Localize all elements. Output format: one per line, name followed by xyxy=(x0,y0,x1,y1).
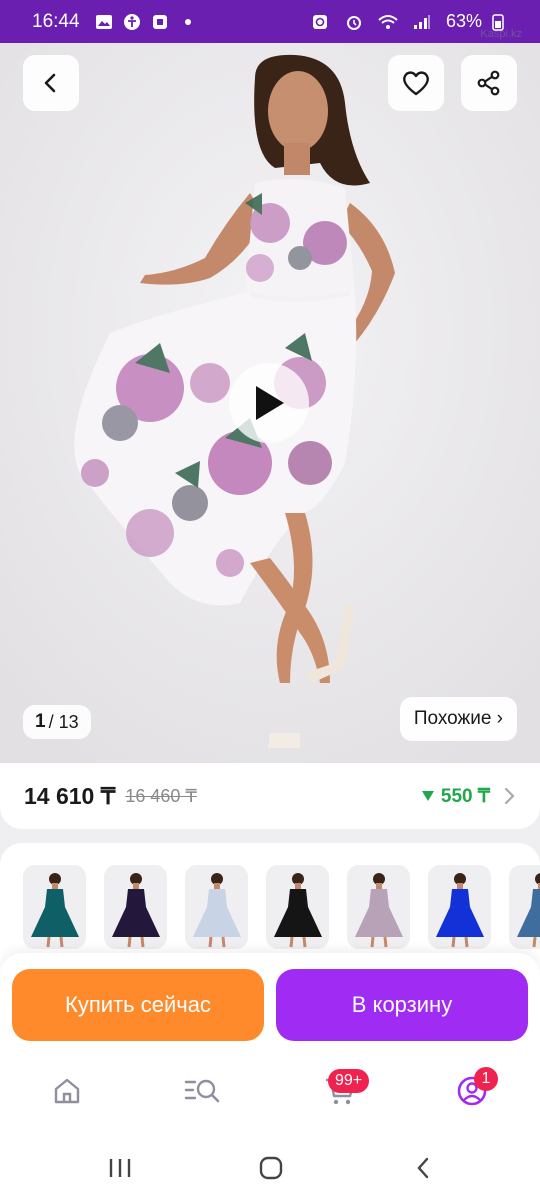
old-price: 16 460 ₸ xyxy=(125,785,197,806)
purchase-bar: Купить сейчас В корзину xyxy=(0,953,540,1053)
favorite-button[interactable] xyxy=(388,55,444,111)
thumbnail-item[interactable] xyxy=(347,865,410,949)
thumbnail-item[interactable] xyxy=(428,865,491,949)
profile-badge: 1 xyxy=(474,1067,498,1091)
price-section: 14 610 ₸ 16 460 ₸ 550 ₸ xyxy=(0,763,540,829)
buy-now-button[interactable]: Купить сейчас xyxy=(12,969,264,1041)
tab-home[interactable] xyxy=(47,1071,87,1111)
home-icon xyxy=(54,1078,80,1104)
discount-amount: 550 ₸ xyxy=(440,785,490,807)
home-square-icon xyxy=(259,1156,283,1180)
thumbnail-item[interactable] xyxy=(23,865,86,949)
back-chevron-icon xyxy=(417,1157,429,1179)
thumbnail-item[interactable] xyxy=(509,865,540,949)
catalog-search-icon xyxy=(184,1079,220,1103)
app-icon xyxy=(150,12,170,32)
share-icon xyxy=(477,70,500,96)
thumbnail-item[interactable] xyxy=(104,865,167,949)
status-bar: 16:44 63% xyxy=(0,0,540,43)
thumbnail-item[interactable] xyxy=(266,865,329,949)
cart-badge: 99+ xyxy=(328,1069,370,1093)
image-counter: 1 / 13 xyxy=(23,705,91,739)
dot-icon xyxy=(178,12,198,32)
home-system-button[interactable] xyxy=(256,1153,286,1183)
recent-apps-icon xyxy=(109,1159,131,1177)
image-counter-current: 1 xyxy=(35,711,46,732)
system-back-button[interactable] xyxy=(408,1153,438,1183)
current-price: 14 610 ₸ xyxy=(24,782,116,809)
accessibility-icon xyxy=(122,12,142,32)
tab-catalog[interactable] xyxy=(183,1071,223,1111)
play-video-button[interactable] xyxy=(229,363,309,443)
play-icon xyxy=(256,386,284,420)
wifi-icon xyxy=(378,12,398,32)
thumbnail-list xyxy=(23,865,540,949)
back-button[interactable] xyxy=(23,55,79,111)
add-to-cart-button[interactable]: В корзину xyxy=(276,969,528,1041)
signal-icon xyxy=(412,12,432,32)
image-counter-total: / 13 xyxy=(48,711,79,732)
alarm-icon xyxy=(310,12,330,32)
recent-apps-button[interactable] xyxy=(105,1153,135,1183)
system-navigation-bar xyxy=(0,1135,540,1200)
chevron-left-icon xyxy=(44,73,56,93)
down-triangle-icon xyxy=(421,791,434,801)
alarm-clock-icon xyxy=(344,12,364,32)
thumbnail-item[interactable] xyxy=(185,865,248,949)
watermark: Kaspi.kz xyxy=(480,28,522,40)
gallery-icon xyxy=(94,12,114,32)
status-time: 16:44 xyxy=(32,10,80,32)
battery-percent: 63% xyxy=(445,11,482,31)
product-image-gallery[interactable]: 1 / 13 Похожие › xyxy=(0,43,540,763)
bottom-tab-bar: 99+ 1 xyxy=(0,1053,540,1135)
discount-badge[interactable]: 550 ₸ xyxy=(421,785,490,808)
share-button[interactable] xyxy=(461,55,517,111)
similar-products-button[interactable]: Похожие › xyxy=(399,697,517,741)
heart-icon xyxy=(403,71,429,96)
chevron-right-icon[interactable] xyxy=(504,787,516,805)
